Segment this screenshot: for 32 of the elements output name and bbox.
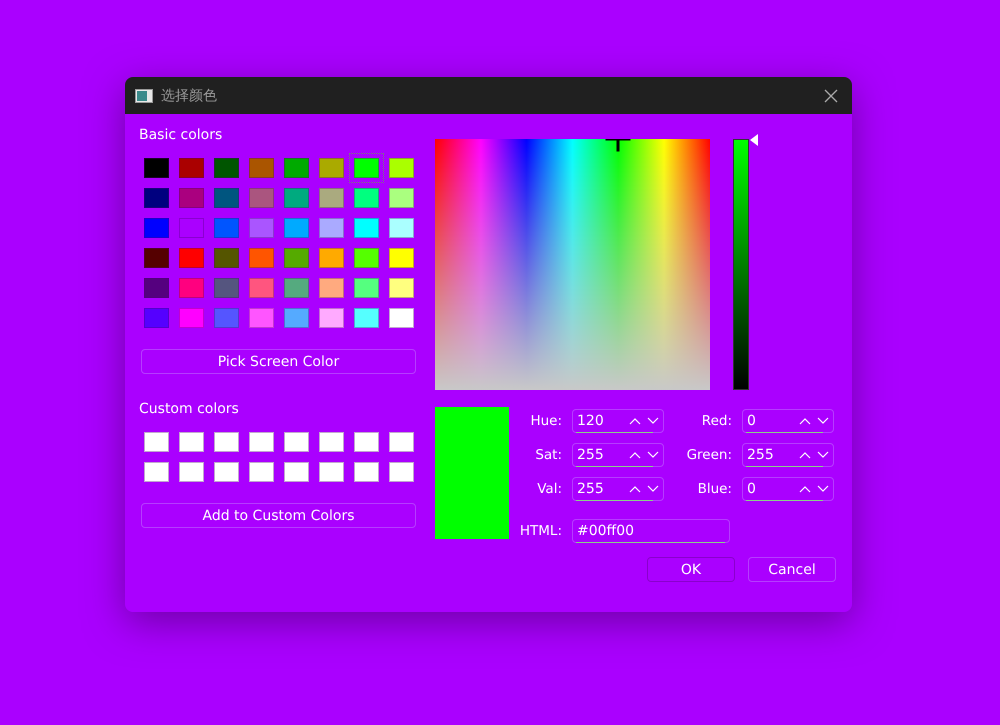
html-input-field[interactable]: #00ff00 <box>572 519 730 543</box>
spin-value: 255 <box>577 481 605 497</box>
spin-box[interactable]: 120 <box>572 409 664 433</box>
field-label: Sat: <box>534 447 562 463</box>
field-label: Blue: <box>696 481 732 497</box>
window-title: 选择颜色 <box>161 86 218 104</box>
field-label: Hue: <box>529 413 562 429</box>
pick-screen-color-button[interactable]: Pick Screen Color <box>141 349 416 374</box>
color-swatch[interactable] <box>349 153 384 183</box>
spin-value: 255 <box>577 447 605 463</box>
spin-box[interactable]: 255 <box>572 477 664 501</box>
field-label: HTML: <box>518 523 562 539</box>
field-label: Val: <box>536 481 562 497</box>
field-label: Green: <box>686 447 732 463</box>
add-custom-color-button[interactable]: Add to Custom Colors <box>141 503 416 528</box>
slider-thumb[interactable] <box>750 134 758 146</box>
spin-value: 0 <box>747 413 757 429</box>
color-spectrum[interactable] <box>435 139 710 390</box>
dialog-button[interactable]: OK <box>647 557 735 582</box>
field-label: Red: <box>700 413 732 429</box>
app-icon <box>135 88 153 102</box>
spin-box[interactable]: 0 <box>742 477 834 501</box>
section-label: Basic colors <box>139 127 224 145</box>
section-label: Custom colors <box>139 401 240 419</box>
spin-value: 255 <box>747 447 775 463</box>
spin-box[interactable]: 255 <box>572 443 664 467</box>
dialog-button[interactable]: Cancel <box>748 557 836 582</box>
spin-box[interactable]: 255 <box>742 443 834 467</box>
spin-value: 0 <box>747 481 757 497</box>
spin-box[interactable]: 0 <box>742 409 834 433</box>
close-icon[interactable] <box>824 88 838 102</box>
spin-value: 120 <box>577 413 605 429</box>
